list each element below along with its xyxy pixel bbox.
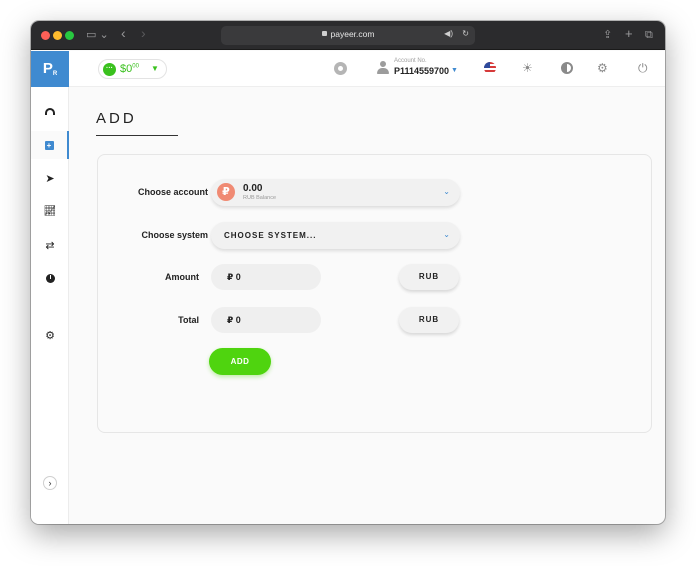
account-label: Choose account bbox=[137, 187, 208, 197]
account-balance: 0.00 bbox=[243, 183, 263, 194]
share-icon[interactable]: ⇪ bbox=[603, 27, 612, 43]
page-title: ADD bbox=[96, 110, 137, 127]
sidebar-item-dashboard[interactable] bbox=[31, 97, 69, 125]
total-input[interactable]: ₽ 0 bbox=[211, 307, 321, 333]
settings-gear-icon[interactable]: ⚙ bbox=[597, 61, 608, 75]
amount-label: Amount bbox=[165, 272, 199, 282]
dashboard-icon bbox=[45, 107, 55, 115]
language-flag-icon[interactable] bbox=[484, 62, 496, 74]
sidebar-expand[interactable]: › bbox=[31, 469, 69, 497]
account-number[interactable]: P1114559700 bbox=[394, 66, 449, 76]
chart-icon: 📈︎ bbox=[43, 205, 57, 217]
new-tab-icon[interactable]: + bbox=[625, 26, 633, 42]
wallet-icon: ··· bbox=[103, 63, 116, 76]
close-window-button[interactable] bbox=[41, 31, 50, 40]
gears-icon: ⚙ bbox=[45, 329, 55, 342]
forward-icon[interactable]: › bbox=[141, 25, 146, 41]
convert-icon: ⇄ bbox=[45, 239, 55, 252]
balance-amount: $0 bbox=[120, 63, 133, 75]
system-placeholder: CHOOSE SYSTEM... bbox=[224, 231, 317, 240]
top-header: ··· $000 ▼ Account No. P1114559700 ▼ ☀ ⚙… bbox=[69, 51, 665, 87]
balance-dropdown[interactable]: ··· $000 ▼ bbox=[98, 59, 167, 79]
address-bar[interactable]: payeer.com ◀︎) ↻ bbox=[221, 26, 475, 45]
amount-input[interactable]: ₽ 0 bbox=[211, 264, 321, 290]
caret-down-icon: ▼ bbox=[151, 64, 159, 73]
sidebar-item-exchange-chart[interactable]: 📈︎ bbox=[31, 197, 69, 225]
add-button[interactable]: ADD bbox=[209, 348, 271, 375]
contrast-icon[interactable] bbox=[561, 62, 573, 74]
chevron-right-icon: › bbox=[43, 476, 57, 490]
sidebar-item-send[interactable]: ➤ bbox=[31, 164, 69, 192]
sidebar-item-settings[interactable]: ⚙ bbox=[31, 321, 69, 349]
tabs-overview-icon[interactable]: ⧉ bbox=[645, 27, 653, 43]
system-label: Choose system bbox=[141, 230, 208, 240]
balance-cents: 00 bbox=[132, 63, 139, 70]
payeer-logo[interactable]: PR bbox=[31, 51, 69, 87]
history-icon bbox=[45, 273, 55, 283]
sidebar-item-add[interactable]: + bbox=[31, 131, 69, 159]
sidebar-item-history[interactable] bbox=[31, 264, 69, 292]
audio-icon[interactable]: ◀︎) bbox=[444, 29, 453, 38]
system-select[interactable]: CHOOSE SYSTEM... ⌄ bbox=[211, 222, 460, 249]
ruble-icon: ₽ bbox=[217, 183, 235, 201]
account-select[interactable]: ₽ 0.00 RUB Balance ⌄ bbox=[211, 179, 460, 206]
account-label: Account No. bbox=[394, 58, 427, 64]
theme-sun-icon[interactable]: ☀ bbox=[522, 61, 533, 75]
amount-currency-button[interactable]: RUB bbox=[399, 264, 459, 290]
url-text: payeer.com bbox=[330, 29, 375, 39]
reload-icon[interactable]: ↻ bbox=[462, 29, 469, 38]
maximize-window-button[interactable] bbox=[65, 31, 74, 40]
lock-icon bbox=[321, 31, 327, 36]
logout-power-icon[interactable]: ⏻ bbox=[638, 61, 648, 75]
add-icon: + bbox=[44, 140, 54, 150]
browser-toolbar: ▭ ⌄ ‹ › payeer.com ◀︎) ↻ ⇪ + ⧉ bbox=[31, 21, 665, 50]
browser-window: ▭ ⌄ ‹ › payeer.com ◀︎) ↻ ⇪ + ⧉ PR + ➤ 📈︎… bbox=[31, 21, 665, 524]
total-currency-button[interactable]: RUB bbox=[399, 307, 459, 333]
chevron-down-icon: ⌄ bbox=[443, 230, 450, 239]
add-funds-card: Choose account ₽ 0.00 RUB Balance ⌄ Choo… bbox=[97, 154, 652, 433]
send-icon: ➤ bbox=[45, 172, 55, 185]
title-underline bbox=[96, 135, 178, 136]
sidebar: PR + ➤ 📈︎ ⇄ ⚙ › bbox=[31, 51, 69, 524]
sidebar-item-convert[interactable]: ⇄ bbox=[31, 231, 69, 259]
total-label: Total bbox=[178, 315, 199, 325]
chevron-down-icon: ⌄ bbox=[443, 187, 450, 196]
support-icon[interactable] bbox=[334, 62, 347, 75]
account-balance-caption: RUB Balance bbox=[243, 195, 277, 201]
back-icon[interactable]: ‹ bbox=[121, 25, 126, 41]
sidebar-toggle-icon[interactable]: ▭ ⌄ bbox=[86, 27, 109, 43]
user-icon[interactable] bbox=[376, 61, 390, 75]
minimize-window-button[interactable] bbox=[53, 31, 62, 40]
account-caret-icon[interactable]: ▼ bbox=[451, 67, 458, 74]
